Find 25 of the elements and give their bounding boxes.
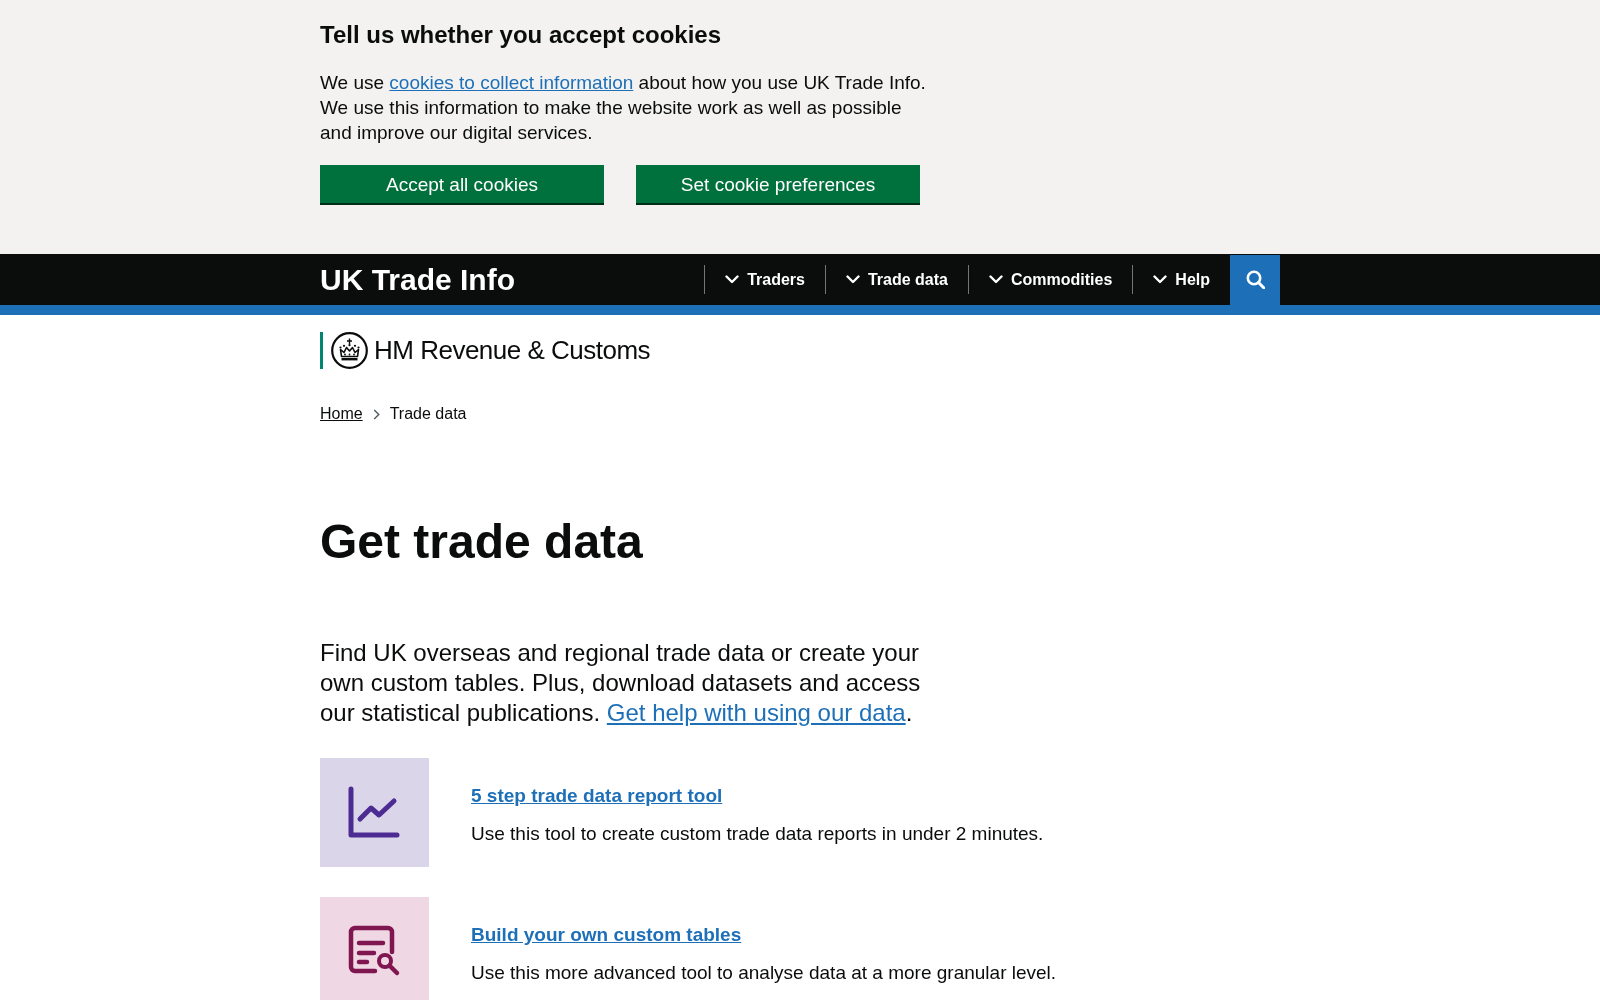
line-chart-icon [320,758,429,867]
cookie-preferences-button[interactable]: Set cookie preferences [636,165,920,203]
intro-paragraph: Find UK overseas and regional trade data or create your own custom tables. Plus, download datasets and access our statistical publications. Get help with using our data. [320,638,922,728]
breadcrumb-link[interactable]: Home [320,404,363,424]
search-icon [1245,270,1265,289]
search-button[interactable] [1230,254,1280,305]
organisation-name: HM Revenue & Customs [374,334,651,367]
tool-description: Use this more advanced tool to analyse data at a more granular level. [471,961,1057,985]
nav-menu-button[interactable]: Trade data [824,265,968,294]
document-search-icon [320,897,429,1000]
tool-link[interactable]: 5 step trade data report tool [471,783,723,808]
chevron-right-icon [372,408,380,420]
breadcrumb-current: Trade data [389,404,467,424]
tool-link[interactable]: Build your own custom tables [471,922,742,947]
tool-description: Use this tool to create custom trade data reports in under 2 minutes. [471,822,1044,846]
page-title: Get trade data [320,517,644,567]
nav-menu-button[interactable]: Commodities [968,265,1133,294]
site-name-link[interactable]: UK Trade Info [320,264,515,295]
accept-cookies-button[interactable]: Accept all cookies [320,165,604,203]
cookie-message: We use cookies to collect information about how you use UK Trade Info. We use this information to make the website work as well as possible and improve our digital services. [320,71,927,145]
cookie-banner-heading: Tell us whether you accept cookies [320,20,722,50]
crown-icon [331,332,368,369]
cookie-info-link[interactable]: cookies to collect information [389,72,634,93]
help-link[interactable]: Get help with using our data [606,699,906,726]
nav-menu-button[interactable]: Traders [704,265,825,294]
